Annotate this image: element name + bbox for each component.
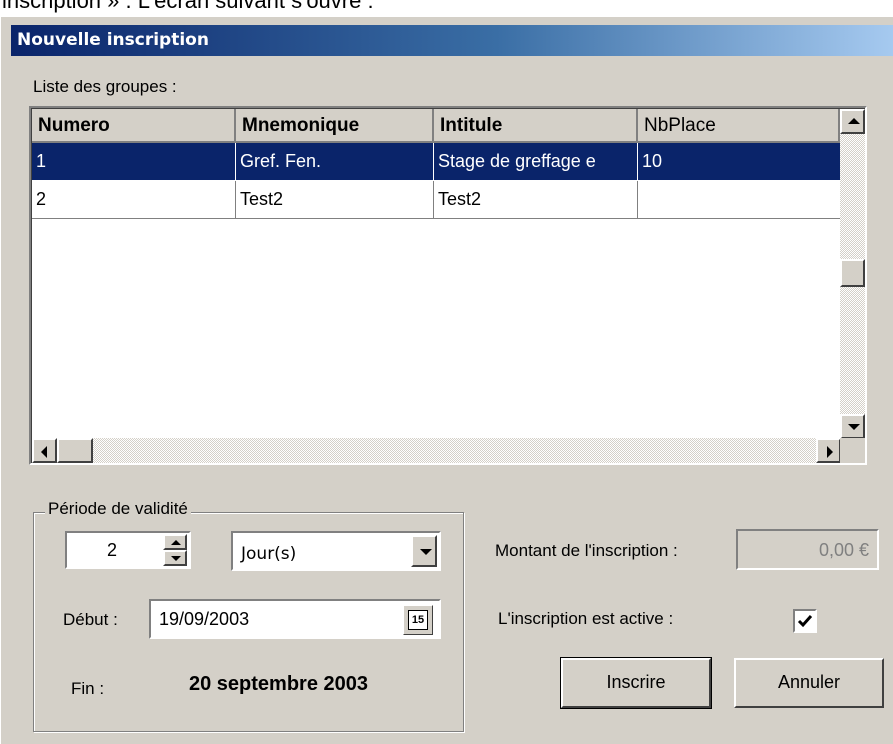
arrow-down-icon bbox=[171, 556, 181, 561]
column-header-numero[interactable]: Numero bbox=[32, 109, 236, 143]
table-row[interactable]: 2 Test2 Test2 bbox=[32, 181, 840, 219]
cell-numero: 2 bbox=[32, 181, 236, 219]
spin-down-button[interactable] bbox=[163, 550, 187, 566]
register-button[interactable]: Inscrire bbox=[560, 657, 712, 709]
scroll-right-button[interactable] bbox=[816, 438, 841, 463]
calendar-button[interactable]: 15 bbox=[403, 605, 433, 635]
cell-nbplace bbox=[638, 181, 840, 219]
cell-mnemonique: Gref. Fen. bbox=[236, 143, 434, 181]
start-date-field[interactable]: 19/09/2003 15 bbox=[149, 599, 441, 639]
amount-field[interactable]: 0,00 € bbox=[736, 529, 879, 570]
cell-intitule: Stage de greffage e bbox=[434, 143, 638, 181]
scroll-up-button[interactable] bbox=[840, 109, 865, 134]
table-row[interactable]: 1 Gref. Fen. Stage de greffage e 10 bbox=[32, 143, 840, 181]
calendar-icon: 15 bbox=[408, 610, 428, 630]
column-header-nbplace[interactable]: NbPlace bbox=[638, 109, 840, 143]
end-date-value: 20 septembre 2003 bbox=[189, 673, 369, 695]
active-label: L'inscription est active : bbox=[498, 609, 674, 628]
arrow-down-icon bbox=[848, 424, 860, 430]
duration-unit-select[interactable]: Jour(s) bbox=[231, 531, 441, 571]
horizontal-scrollbar[interactable] bbox=[32, 438, 841, 463]
groups-grid[interactable]: Numero Mnemonique Intitule NbPlace 1 Gre… bbox=[29, 106, 867, 465]
cell-intitule: Test2 bbox=[434, 181, 638, 219]
cell-nbplace: 10 bbox=[638, 143, 840, 181]
checkmark-icon bbox=[797, 615, 813, 628]
arrow-left-icon bbox=[41, 446, 47, 458]
spin-up-button[interactable] bbox=[163, 534, 187, 550]
arrow-up-icon bbox=[171, 540, 181, 545]
cell-numero: 1 bbox=[32, 143, 236, 181]
validity-period-legend: Période de validité bbox=[45, 499, 191, 519]
hscroll-thumb[interactable] bbox=[57, 438, 93, 463]
scroll-thumb[interactable] bbox=[840, 259, 865, 287]
cancel-button[interactable]: Annuler bbox=[734, 658, 884, 708]
arrow-up-icon bbox=[848, 118, 860, 124]
end-date-label: Fin : bbox=[71, 679, 105, 698]
amount-value: 0,00 € bbox=[818, 540, 869, 560]
active-checkbox[interactable] bbox=[793, 609, 817, 633]
chevron-down-icon bbox=[420, 549, 432, 555]
column-header-mnemonique[interactable]: Mnemonique bbox=[236, 109, 434, 143]
dialog-window: Nouvelle inscription Liste des groupes :… bbox=[0, 17, 893, 744]
cell-mnemonique: Test2 bbox=[236, 181, 434, 219]
arrow-right-icon bbox=[827, 446, 833, 458]
amount-label: Montant de l'inscription : bbox=[495, 541, 678, 560]
start-date-label: Début : bbox=[63, 610, 118, 629]
column-header-intitule[interactable]: Intitule bbox=[434, 109, 638, 143]
start-date-value: 19/09/2003 bbox=[159, 609, 250, 629]
duration-unit-value: Jour(s) bbox=[241, 544, 297, 564]
duration-spinner[interactable]: 2 bbox=[65, 531, 191, 569]
groups-list-label: Liste des groupes : bbox=[33, 77, 177, 96]
page-caption: inscription » . L'écran suivant s'ouvre … bbox=[2, 0, 374, 13]
vertical-scrollbar[interactable] bbox=[840, 109, 865, 439]
scroll-left-button[interactable] bbox=[32, 438, 57, 463]
window-title: Nouvelle inscription bbox=[17, 30, 209, 50]
duration-value: 2 bbox=[107, 540, 118, 560]
scrollbar-corner bbox=[840, 438, 865, 463]
title-bar: Nouvelle inscription bbox=[11, 25, 893, 56]
scroll-down-button[interactable] bbox=[840, 414, 865, 439]
dropdown-button[interactable] bbox=[411, 535, 437, 567]
